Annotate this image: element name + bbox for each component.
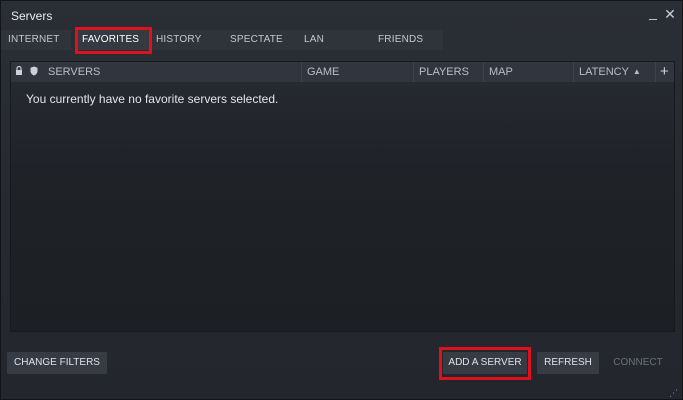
tab-history[interactable]: HISTORY — [149, 30, 223, 50]
add-server-button[interactable]: ADD A SERVER — [443, 352, 527, 374]
title-bar[interactable]: Servers _ ✕ — [1, 1, 682, 29]
server-list-header: SERVERS GAME PLAYERS MAP LATENCY ▲ + — [11, 62, 674, 82]
column-servers[interactable]: SERVERS — [43, 62, 301, 82]
minimize-button[interactable]: _ — [646, 5, 660, 19]
close-button[interactable]: ✕ — [663, 7, 677, 21]
column-password[interactable] — [11, 62, 27, 82]
lock-icon — [16, 65, 22, 75]
column-secure[interactable] — [27, 62, 43, 82]
servers-window: Servers _ ✕ INTERNET FAVORITES HISTORY S… — [0, 0, 683, 400]
column-map[interactable]: MAP — [483, 62, 573, 82]
add-column-button[interactable]: + — [655, 62, 674, 82]
change-filters-button[interactable]: CHANGE FILTERS — [7, 352, 107, 374]
tab-favorites[interactable]: FAVORITES — [75, 30, 149, 50]
window-title: Servers — [11, 9, 53, 23]
shield-icon — [30, 66, 38, 76]
tab-internet[interactable]: INTERNET — [1, 30, 71, 50]
column-game[interactable]: GAME — [301, 62, 413, 82]
resize-grip-icon[interactable]: ⋰ — [669, 387, 681, 399]
refresh-button[interactable]: REFRESH — [537, 352, 599, 374]
sort-ascending-icon: ▲ — [632, 67, 641, 76]
tab-friends[interactable]: FRIENDS — [371, 30, 443, 50]
empty-list-message: You currently have no favorite servers s… — [26, 92, 279, 106]
latency-label: LATENCY — [579, 66, 629, 78]
tab-spectate[interactable]: SPECTATE — [223, 30, 297, 50]
column-players[interactable]: PLAYERS — [413, 62, 483, 82]
connect-button[interactable]: CONNECT — [605, 352, 671, 374]
tab-lan[interactable]: LAN — [297, 30, 371, 50]
server-list[interactable]: SERVERS GAME PLAYERS MAP LATENCY ▲ + You … — [10, 61, 675, 332]
column-latency[interactable]: LATENCY ▲ — [573, 62, 655, 82]
